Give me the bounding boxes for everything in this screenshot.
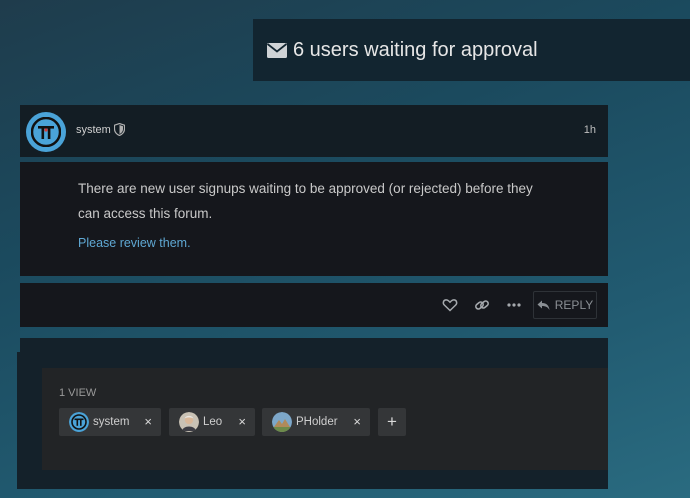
link-icon[interactable] — [474, 297, 490, 313]
banner-title: 6 users waiting for approval — [293, 38, 538, 61]
remove-participant-button[interactable]: × — [353, 414, 361, 429]
post-actions: REPLY — [20, 283, 608, 327]
system-avatar[interactable] — [26, 112, 66, 152]
participant-chip-leo[interactable]: Leo × — [169, 408, 255, 436]
approval-banner: 6 users waiting for approval — [253, 19, 690, 81]
post-text: There are new user signups waiting to be… — [78, 181, 533, 221]
participant-chip-system[interactable]: system × — [59, 408, 161, 436]
reply-button[interactable]: REPLY — [533, 291, 597, 319]
pholder-avatar — [272, 412, 292, 432]
system-avatar-small — [69, 412, 89, 432]
remove-participant-button[interactable]: × — [144, 414, 152, 429]
participant-chip-pholder[interactable]: PHolder × — [262, 408, 370, 436]
participant-name: Leo — [203, 416, 223, 428]
more-options-icon[interactable] — [506, 297, 522, 313]
post-time[interactable]: 1h — [584, 124, 596, 136]
shield-icon — [114, 123, 125, 136]
post-header: system 1h — [20, 105, 608, 157]
participant-name: system — [93, 416, 130, 428]
topic-map: 1 VIEW system × Leo × PHolder × + — [42, 368, 608, 470]
reply-arrow-icon — [537, 300, 550, 310]
review-link[interactable]: Please review them. — [78, 236, 550, 250]
reply-label: REPLY — [554, 298, 594, 312]
twit-logo-icon — [31, 117, 61, 147]
envelope-icon — [267, 42, 287, 58]
remove-participant-button[interactable]: × — [238, 414, 246, 429]
post-username[interactable]: system — [76, 124, 111, 136]
like-heart-icon[interactable] — [442, 297, 458, 313]
participant-name: PHolder — [296, 416, 338, 428]
post-body: There are new user signups waiting to be… — [20, 162, 608, 276]
add-participant-button[interactable]: + — [378, 408, 406, 436]
views-count: 1 VIEW — [59, 387, 97, 399]
leo-avatar — [179, 412, 199, 432]
